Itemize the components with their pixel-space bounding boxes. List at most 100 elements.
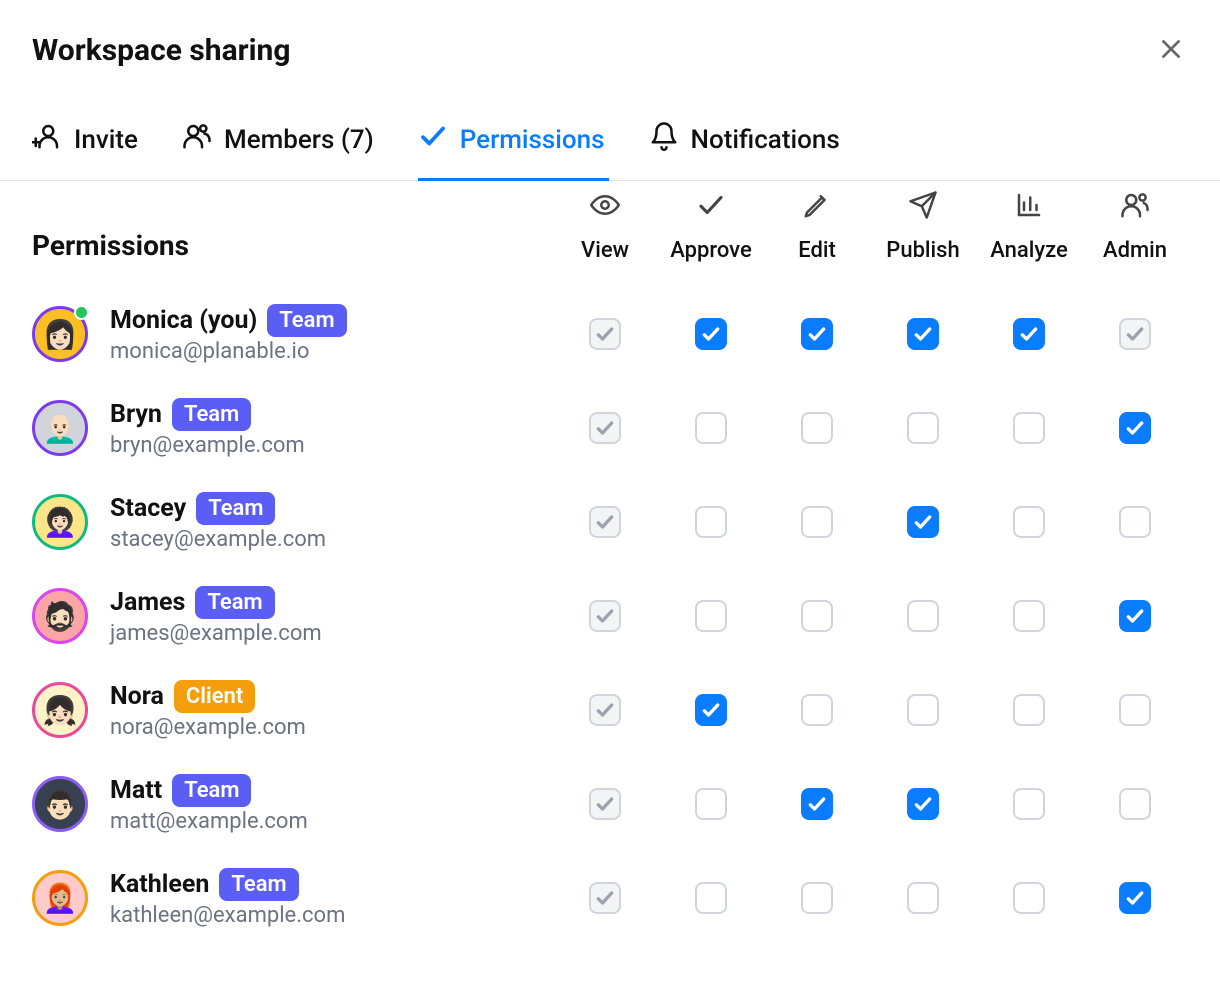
member-row: 👨🏻MattTeammatt@example.com xyxy=(32,757,1188,851)
perm-cell-analyze xyxy=(976,694,1082,726)
avatar: 👧🏻 xyxy=(32,682,88,738)
member-email: monica@planable.io xyxy=(110,339,347,364)
avatar: 👨🏻 xyxy=(32,776,88,832)
checkbox-admin[interactable] xyxy=(1119,600,1151,632)
column-label: View xyxy=(581,238,629,263)
avatar-wrap: 👩🏻‍🦱 xyxy=(32,494,88,550)
workspace-sharing-dialog: Workspace sharing Invite Members (7) Per… xyxy=(0,0,1220,945)
checkbox-admin[interactable] xyxy=(1119,788,1151,820)
role-badge: Team xyxy=(196,492,275,525)
checkbox-approve[interactable] xyxy=(695,788,727,820)
member-email: stacey@example.com xyxy=(110,527,326,552)
perm-cell-edit xyxy=(764,600,870,632)
checkbox-admin[interactable] xyxy=(1119,882,1151,914)
close-button[interactable] xyxy=(1154,32,1188,69)
perm-cell-approve xyxy=(658,318,764,350)
checkbox-approve[interactable] xyxy=(695,412,727,444)
perm-cell-analyze xyxy=(976,318,1082,350)
perm-cell-admin xyxy=(1082,318,1188,350)
tab-notifications[interactable]: Notifications xyxy=(649,101,844,181)
checkbox-analyze[interactable] xyxy=(1013,318,1045,350)
member-text: KathleenTeamkathleen@example.com xyxy=(110,868,345,928)
member-row: 👩🏼‍🦰 KathleenTeamkathleen@example.com xyxy=(32,851,1188,945)
checkbox-view xyxy=(589,318,621,350)
checkbox-edit[interactable] xyxy=(801,694,833,726)
checkbox-admin[interactable] xyxy=(1119,506,1151,538)
member-row: 🧔🏻JamesTeamjames@example.com xyxy=(32,569,1188,663)
member-info: 🧔🏻JamesTeamjames@example.com xyxy=(32,586,552,646)
tab-label: Invite xyxy=(74,125,138,155)
member-info: 👩🏻‍🦱 Stacey Teamstacey@example.com xyxy=(32,492,552,552)
perm-cell-edit xyxy=(764,318,870,350)
checkbox-analyze[interactable] xyxy=(1013,506,1045,538)
checkbox-admin[interactable] xyxy=(1119,694,1151,726)
checkbox-edit[interactable] xyxy=(801,318,833,350)
perm-cell-edit xyxy=(764,506,870,538)
checkbox-edit[interactable] xyxy=(801,788,833,820)
perm-cell-publish xyxy=(870,318,976,350)
checkbox-analyze[interactable] xyxy=(1013,412,1045,444)
perm-cell-publish xyxy=(870,412,976,444)
checkbox-edit[interactable] xyxy=(801,882,833,914)
perm-cell-analyze xyxy=(976,506,1082,538)
presence-indicator xyxy=(74,305,89,320)
member-info: 👨🏻MattTeammatt@example.com xyxy=(32,774,552,834)
checkbox-analyze[interactable] xyxy=(1013,882,1045,914)
checkbox-approve[interactable] xyxy=(695,318,727,350)
member-text: JamesTeamjames@example.com xyxy=(110,586,322,646)
avatar-wrap: 👧🏻 xyxy=(32,682,88,738)
checkbox-edit[interactable] xyxy=(801,412,833,444)
checkbox-approve[interactable] xyxy=(695,882,727,914)
checkbox-admin[interactable] xyxy=(1119,412,1151,444)
checkbox-publish[interactable] xyxy=(907,318,939,350)
member-name: Stacey xyxy=(110,494,186,523)
checkbox-analyze[interactable] xyxy=(1013,788,1045,820)
member-name: Monica (you) xyxy=(110,306,257,335)
member-email: kathleen@example.com xyxy=(110,903,345,928)
checkbox-analyze[interactable] xyxy=(1013,694,1045,726)
avatar-wrap: 👨🏻‍🦲 xyxy=(32,400,88,456)
eye-icon xyxy=(590,190,620,226)
member-name: Nora xyxy=(110,682,164,711)
tab-invite[interactable]: Invite xyxy=(32,101,142,181)
column-header-admin: Admin xyxy=(1082,190,1188,263)
checkbox-publish[interactable] xyxy=(907,882,939,914)
perm-cell-view xyxy=(552,318,658,350)
checkbox-view xyxy=(589,694,621,726)
column-header-analyze: Analyze xyxy=(976,190,1082,263)
checkbox-approve[interactable] xyxy=(695,506,727,538)
checkbox-approve[interactable] xyxy=(695,600,727,632)
perm-cell-approve xyxy=(658,600,764,632)
perm-cell-analyze xyxy=(976,788,1082,820)
member-name-line: Stacey Team xyxy=(110,492,326,525)
checkbox-edit[interactable] xyxy=(801,600,833,632)
perm-cell-view xyxy=(552,412,658,444)
perm-cell-edit xyxy=(764,788,870,820)
checkbox-approve[interactable] xyxy=(695,694,727,726)
tab-permissions[interactable]: Permissions xyxy=(418,101,609,181)
checkbox-publish[interactable] xyxy=(907,694,939,726)
role-badge: Team xyxy=(172,774,251,807)
members-list: 👩🏻Monica (you)Teammonica@planable.io👨🏻‍🦲… xyxy=(32,287,1188,945)
perm-cell-approve xyxy=(658,412,764,444)
perm-cell-admin xyxy=(1082,882,1188,914)
checkbox-publish[interactable] xyxy=(907,412,939,444)
checkbox-publish[interactable] xyxy=(907,788,939,820)
tab-members[interactable]: Members (7) xyxy=(182,101,378,181)
perm-cell-edit xyxy=(764,882,870,914)
perm-cell-edit xyxy=(764,412,870,444)
perm-cell-admin xyxy=(1082,694,1188,726)
avatar: 👩🏻‍🦱 xyxy=(32,494,88,550)
checkbox-publish[interactable] xyxy=(907,506,939,538)
tab-label: Notifications xyxy=(691,125,840,155)
avatar: 👩🏼‍🦰 xyxy=(32,870,88,926)
dialog-title: Workspace sharing xyxy=(32,33,291,68)
member-row: 👩🏻‍🦱 Stacey Teamstacey@example.com xyxy=(32,475,1188,569)
perm-cell-admin xyxy=(1082,506,1188,538)
member-text: Monica (you)Teammonica@planable.io xyxy=(110,304,347,364)
role-badge: Client xyxy=(174,680,255,713)
checkbox-edit[interactable] xyxy=(801,506,833,538)
checkbox-analyze[interactable] xyxy=(1013,600,1045,632)
checkbox-publish[interactable] xyxy=(907,600,939,632)
perm-cell-view xyxy=(552,788,658,820)
